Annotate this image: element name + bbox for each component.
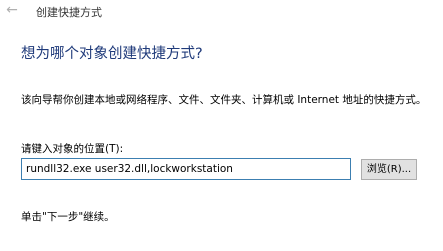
browse-button[interactable]: 浏览(R)... (361, 159, 417, 180)
wizard-description: 该向导帮你创建本地或网络程序、文件、文件夹、计算机或 Internet 地址的快… (21, 94, 427, 106)
next-hint: 单击"下一步"继续。 (21, 211, 115, 223)
location-label: 请键入对象的位置(T): (21, 143, 124, 155)
window-title: 创建快捷方式 (36, 6, 102, 19)
title-bar: ← 创建快捷方式 (0, 0, 443, 24)
back-arrow-icon[interactable]: ← (4, 2, 20, 18)
create-shortcut-wizard: ← 创建快捷方式 想为哪个对象创建快捷方式? 该向导帮你创建本地或网络程序、文件… (0, 0, 443, 251)
page-heading: 想为哪个对象创建快捷方式? (21, 46, 203, 62)
location-input[interactable] (21, 158, 351, 180)
